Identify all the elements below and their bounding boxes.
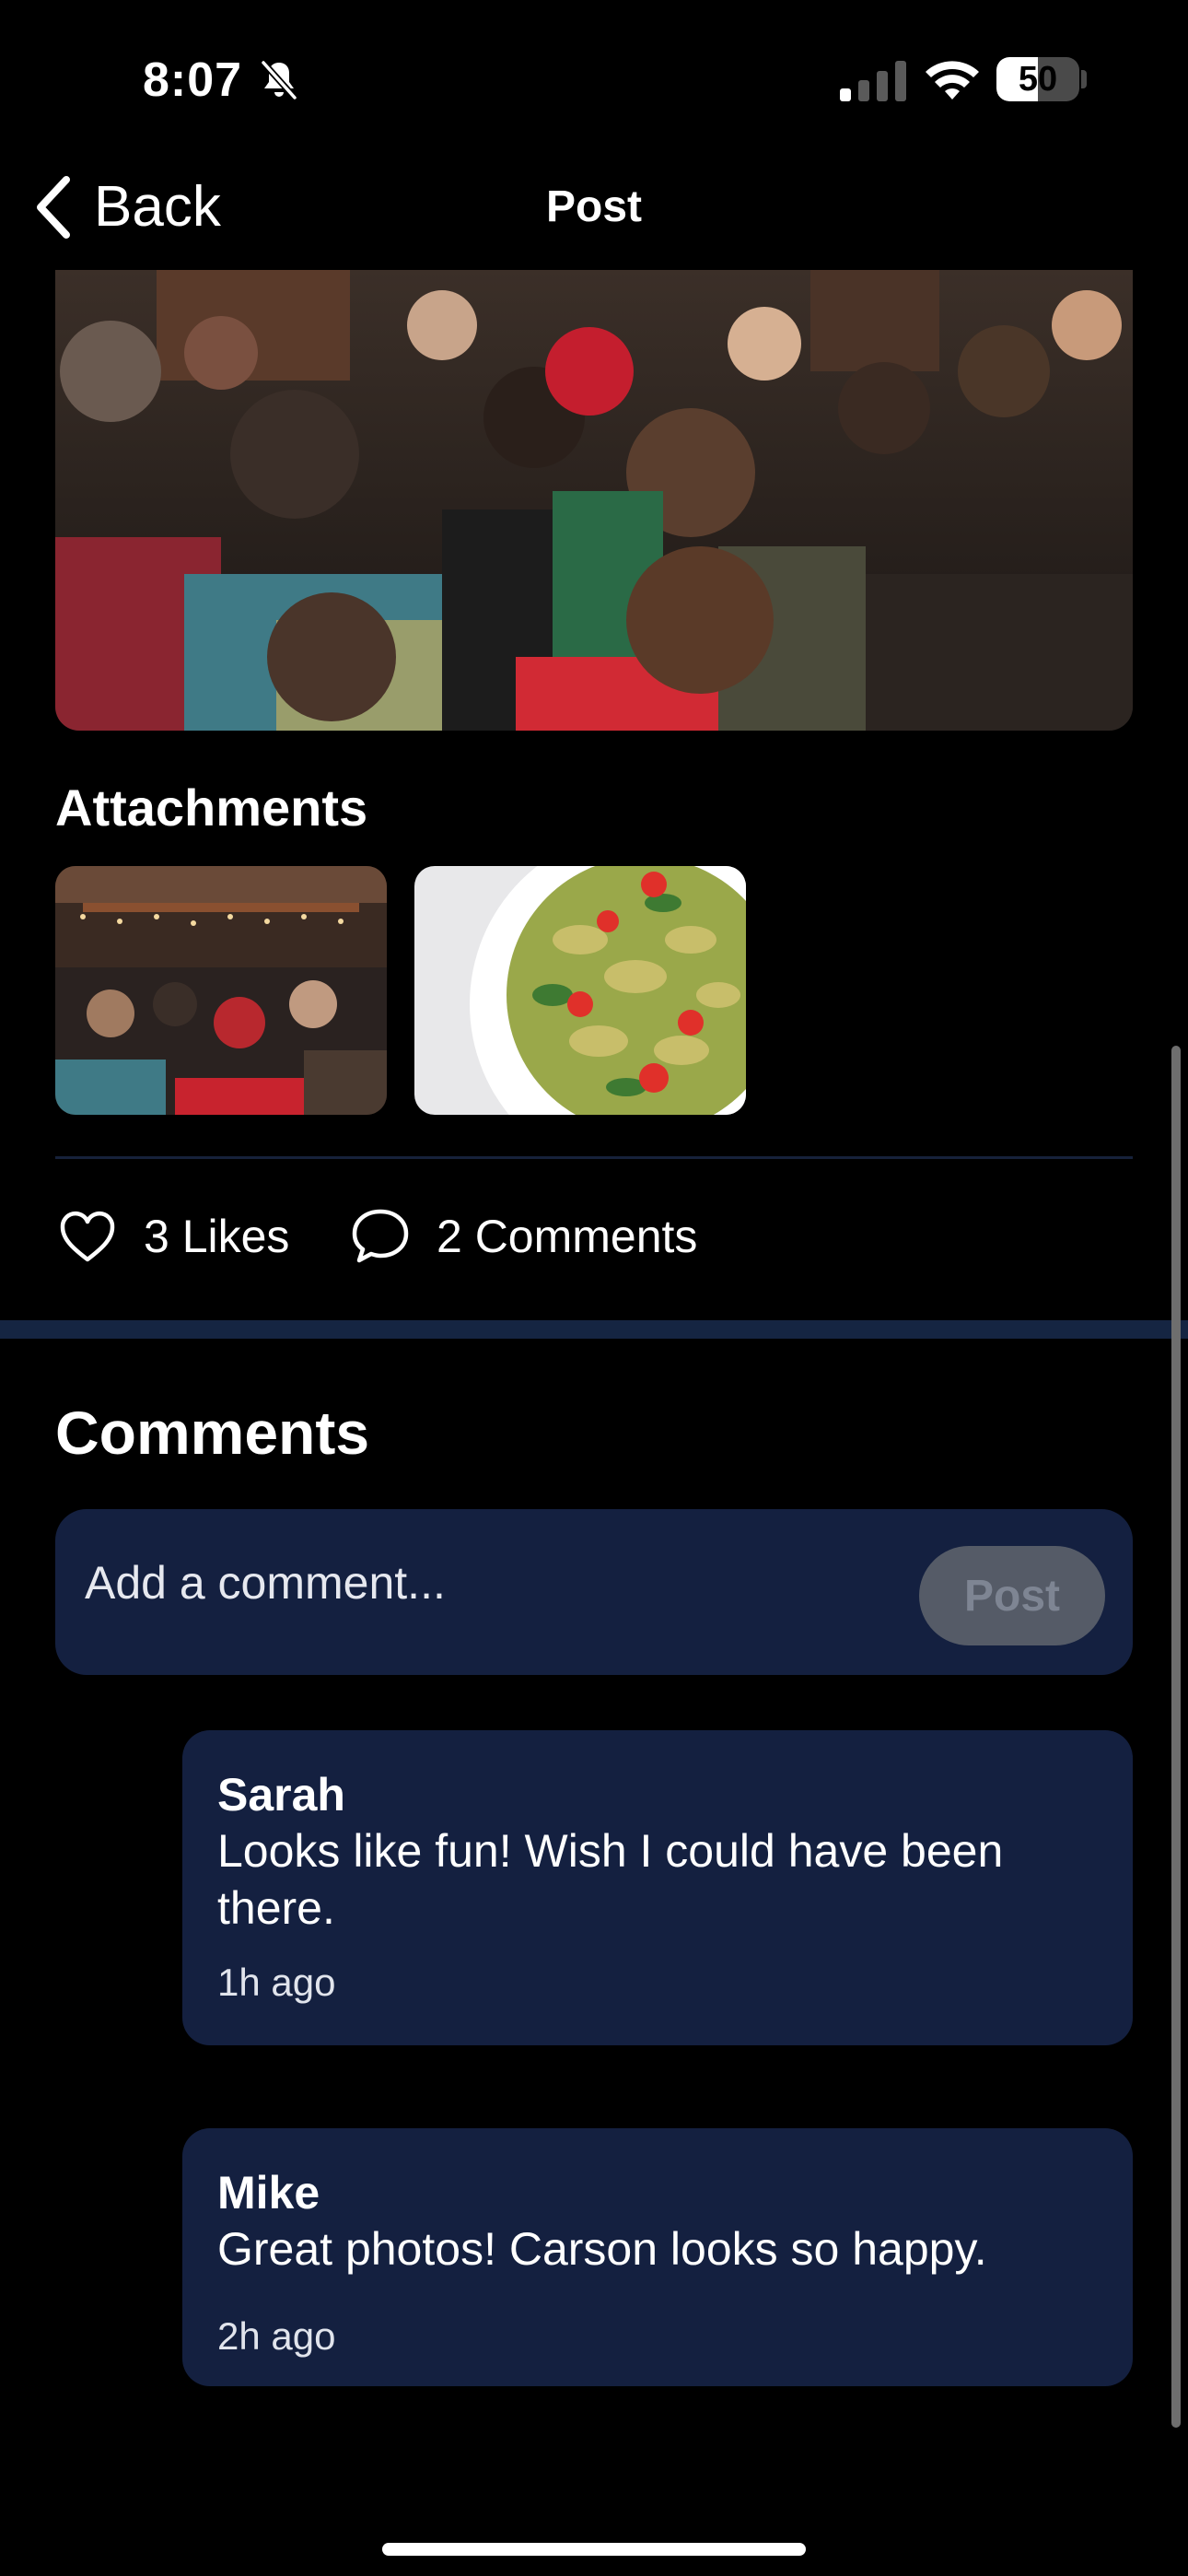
battery-icon: 50 <box>996 57 1079 101</box>
post-main-photo[interactable] <box>55 270 1133 731</box>
like-button[interactable]: 3 Likes <box>57 1200 289 1273</box>
comment-text: Great photos! Carson looks so happy. <box>217 2223 987 2275</box>
comment-card: Sarah Looks like fun! Wish I could have … <box>182 1730 1133 2045</box>
likes-count: 3 Likes <box>144 1211 290 1262</box>
comment-input[interactable] <box>85 1546 914 1620</box>
heart-outline-icon <box>60 1211 115 1262</box>
comment-timestamp: 2h ago <box>217 2314 336 2358</box>
battery-nub <box>1081 70 1087 88</box>
attachment-thumbnail-pasta[interactable] <box>414 866 746 1115</box>
section-separator <box>0 1320 1188 1339</box>
divider <box>55 1156 1133 1159</box>
comment-author: Sarah <box>217 1769 345 1821</box>
page-title: Post <box>545 182 642 231</box>
status-time: 8:07 <box>143 53 243 107</box>
comments-heading: Comments <box>55 1399 370 1467</box>
cellular-signal-icon <box>840 61 906 101</box>
crowd-photo-image <box>55 270 1133 731</box>
comment-timestamp: 1h ago <box>217 1961 336 2004</box>
attachments-heading: Attachments <box>55 779 368 837</box>
home-indicator[interactable] <box>382 2543 806 2556</box>
comment-composer: Post <box>55 1509 1133 1675</box>
pasta-salad-image <box>414 866 746 1115</box>
comment-author: Mike <box>217 2167 320 2219</box>
wifi-icon <box>926 61 979 100</box>
comment-card: Mike Great photos! Carson looks so happy… <box>182 2128 1133 2386</box>
comments-button[interactable]: 2 Comments <box>350 1200 697 1273</box>
party-photo-image <box>55 866 387 1115</box>
attachment-thumbnail-party[interactable] <box>55 866 387 1115</box>
scrollbar[interactable] <box>1171 1046 1181 2428</box>
comments-count: 2 Comments <box>437 1211 698 1262</box>
speech-bubble-icon <box>352 1209 409 1263</box>
battery-level: 50 <box>1018 60 1058 99</box>
comment-text: Looks like fun! Wish I could have been t… <box>217 1825 1004 1934</box>
bell-slash-icon <box>261 60 297 100</box>
post-comment-button[interactable]: Post <box>919 1546 1105 1645</box>
